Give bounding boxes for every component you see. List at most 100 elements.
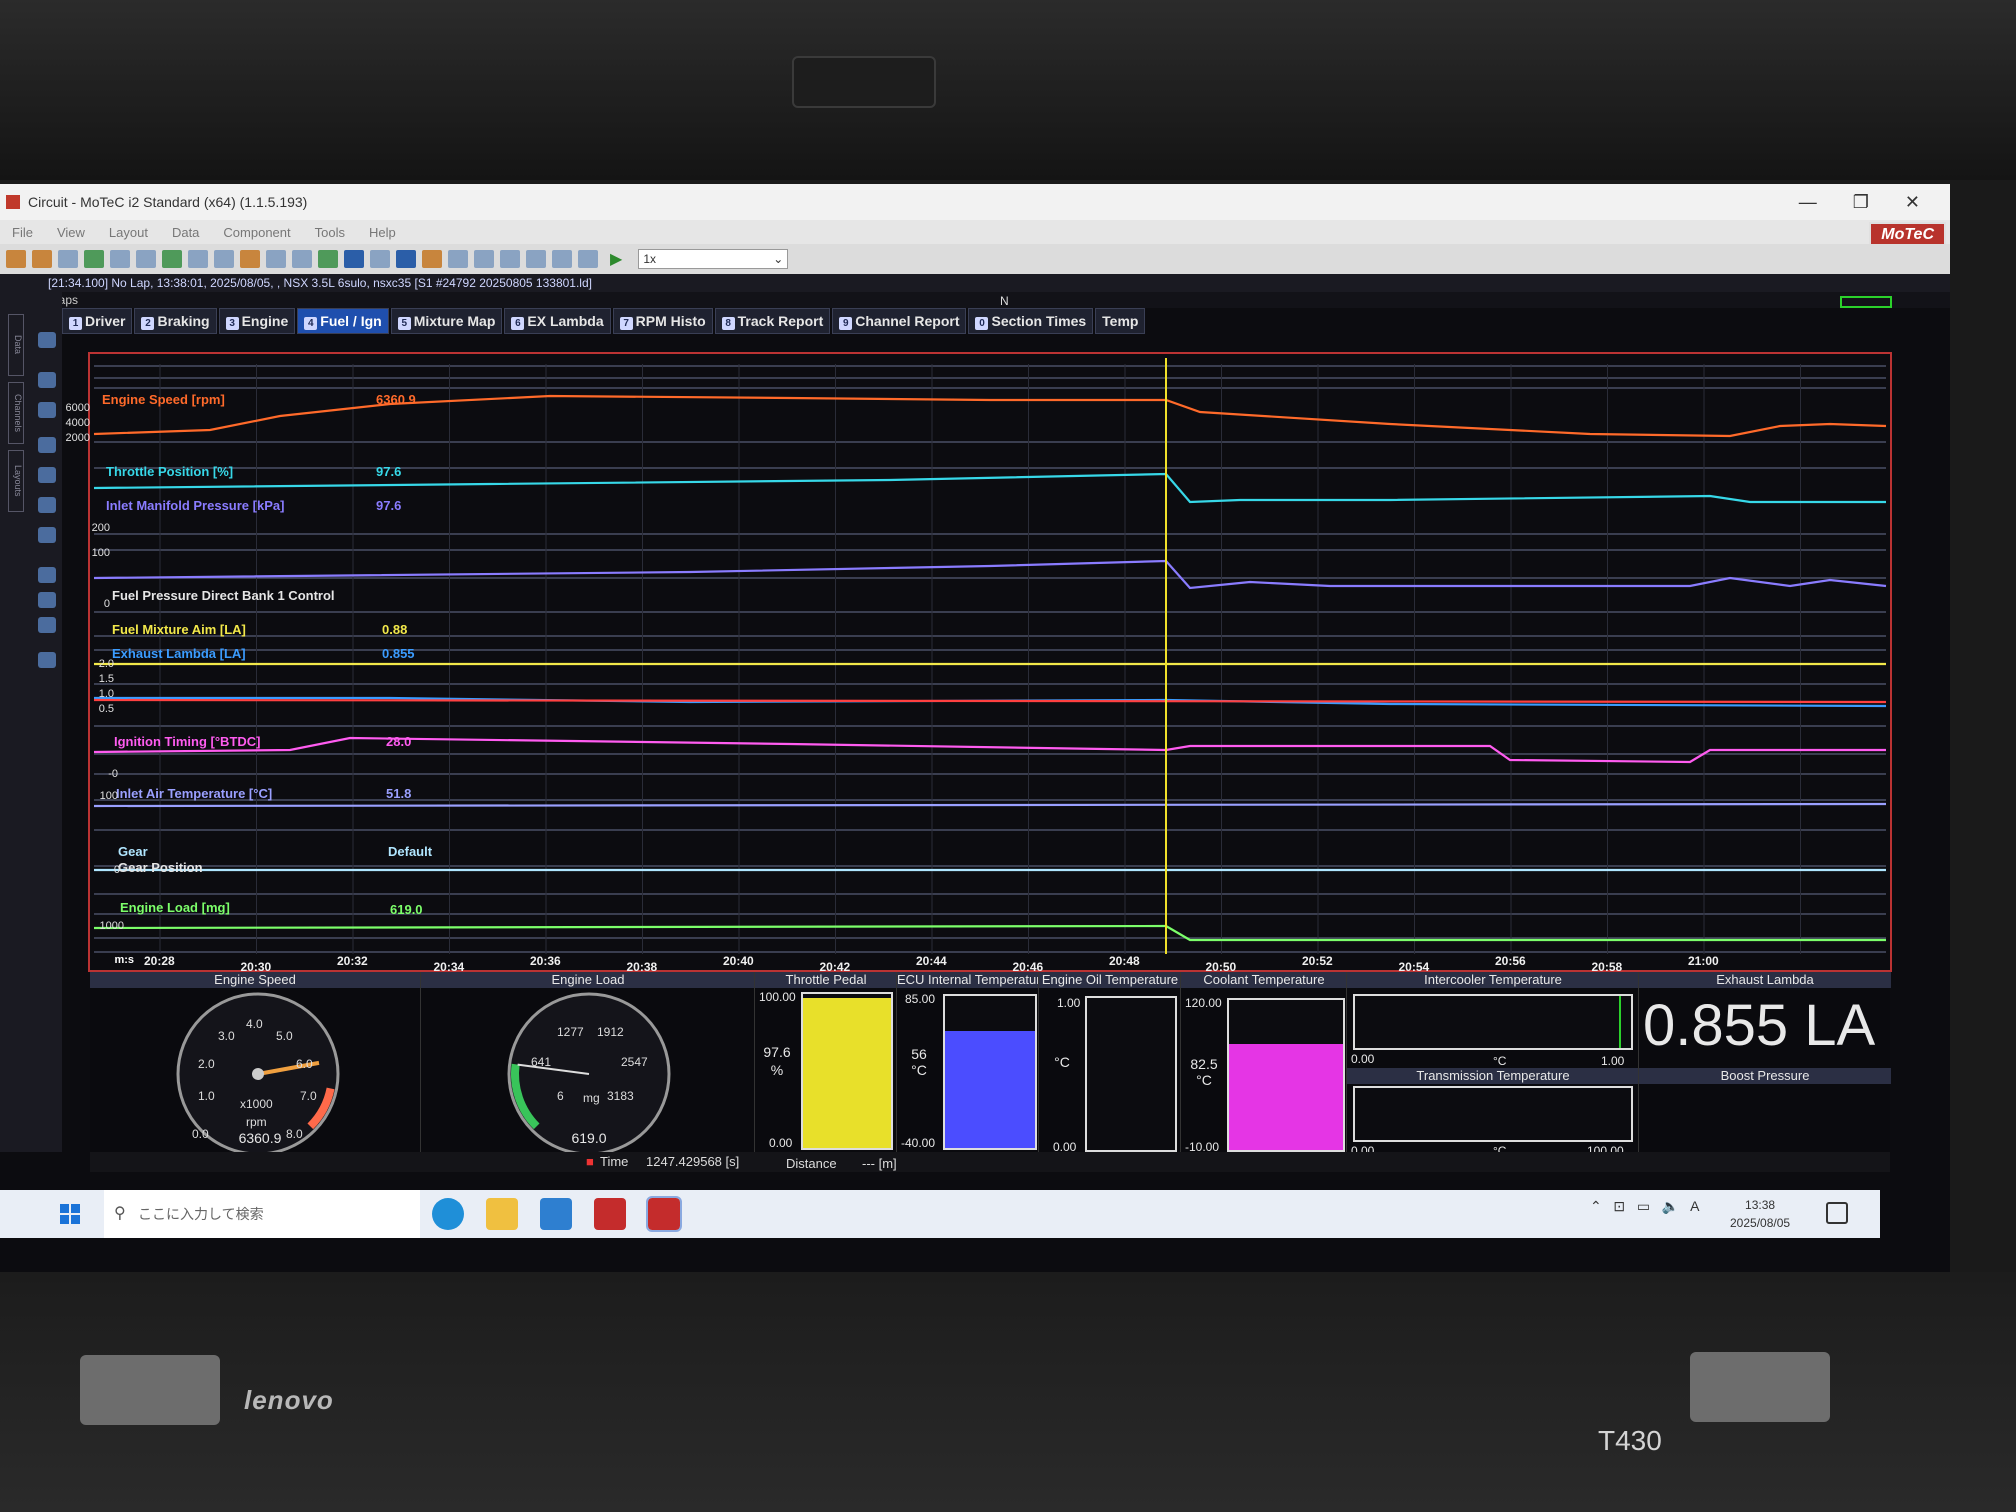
menu-view[interactable]: View — [57, 225, 85, 240]
distance-label: Distance — [786, 1156, 837, 1171]
notification-icon[interactable] — [1826, 1202, 1848, 1224]
workbook-tool-icon[interactable] — [38, 332, 56, 348]
report-icon[interactable] — [292, 250, 312, 268]
close-button[interactable]: ✕ — [1905, 192, 1920, 213]
volume-icon[interactable]: 🔈 — [1662, 1198, 1679, 1214]
maximize-button[interactable]: ❐ — [1853, 192, 1869, 213]
channel-value-exhaust-lambda: 0.855 — [382, 646, 415, 661]
tab-engine[interactable]: 3 Engine — [218, 308, 296, 334]
overlay-2-icon[interactable] — [38, 592, 56, 608]
table-icon[interactable] — [266, 250, 286, 268]
calendar-icon[interactable] — [448, 250, 468, 268]
mail-icon[interactable] — [540, 1198, 572, 1230]
tab-section-times[interactable]: 0 Section Times — [968, 308, 1094, 334]
print-icon[interactable] — [110, 250, 130, 268]
zoom-fit-icon[interactable] — [38, 527, 56, 543]
motec-i2-icon[interactable] — [646, 1196, 682, 1232]
chart-icon[interactable] — [318, 250, 338, 268]
engine-load-gauge[interactable]: Engine Load 6 641 1277 1912 2547 3183 mg… — [420, 972, 755, 1152]
y-tick: 200 — [91, 522, 110, 534]
sidebar-tab-layouts[interactable]: Layouts — [8, 450, 24, 512]
tab-track-report[interactable]: 8 Track Report — [714, 308, 831, 334]
minimize-button[interactable]: — — [1799, 192, 1817, 213]
menu-help[interactable]: Help — [369, 225, 396, 240]
sidebar-tab-channels[interactable]: Channels — [8, 382, 24, 444]
playback-speed-select[interactable]: 1x ⌄ — [638, 249, 789, 269]
tab-mixture-map[interactable]: 5 Mixture Map — [390, 308, 503, 334]
menu-layout[interactable]: Layout — [109, 225, 148, 240]
image-icon[interactable] — [162, 250, 182, 268]
sidebar-tab-data[interactable]: Data — [8, 314, 24, 376]
throttle-pedal-bar — [801, 992, 893, 1150]
ime-indicator[interactable]: A — [1690, 1198, 1699, 1214]
clock-icon[interactable] — [396, 250, 416, 268]
engine-speed-readout: 6360.9 — [238, 1130, 282, 1146]
tab-fuel-ign[interactable]: 4 Fuel / Ign — [297, 308, 389, 334]
engine-speed-tick-label: 1.0 — [198, 1089, 215, 1103]
menu-component[interactable]: Component — [223, 225, 290, 240]
zoom-out-icon[interactable] — [578, 250, 598, 268]
tab-rpm-histo[interactable]: 7 RPM Histo — [612, 308, 713, 334]
channel-value-inlet-air-temp: 51.8 — [386, 786, 412, 801]
layers-icon[interactable] — [422, 250, 442, 268]
time-series-graph[interactable]: Engine Speed [rpm] 6360.9 Throttle Posit… — [88, 352, 1892, 974]
exhaust-lambda-display[interactable]: Exhaust Lambda 0.855 LA Boost Pressure — [1638, 972, 1891, 1152]
edit-icon[interactable] — [214, 250, 234, 268]
tab-braking[interactable]: 2 Braking — [134, 308, 217, 334]
coolant-temp-gauge[interactable]: Coolant Temperature 120.00 -10.00 82.5 °… — [1180, 972, 1347, 1154]
title-bar: Circuit - MoTeC i2 Standard (x64) (1.1.5… — [0, 184, 1950, 220]
open-icon[interactable] — [32, 250, 52, 268]
throttle-pedal-value: 97.6 — [763, 1044, 791, 1060]
chevron-up-icon[interactable]: ⌃ — [1590, 1198, 1602, 1214]
tab-temp[interactable]: Temp — [1095, 308, 1146, 334]
overlay-3-icon[interactable] — [38, 617, 56, 633]
ecu-temp-fill — [945, 1030, 1035, 1148]
edge-icon[interactable] — [432, 1198, 464, 1230]
filter-icon[interactable] — [526, 250, 546, 268]
zoom-x-icon[interactable] — [38, 467, 56, 483]
lap-indicator[interactable] — [1840, 296, 1892, 308]
battery-icon[interactable]: ▭ — [1637, 1198, 1650, 1214]
save-icon[interactable] — [58, 250, 78, 268]
taskbar-search[interactable]: ⚲ ここに入力して検索 — [104, 1190, 420, 1238]
tab-channel-report[interactable]: 9 Channel Report — [832, 308, 967, 334]
arrow-left-icon[interactable] — [474, 250, 494, 268]
zoom-in-icon[interactable] — [552, 250, 572, 268]
intercooler-temp-gauge[interactable]: Intercooler Temperature 0.00 °C 1.00 Tra… — [1346, 972, 1639, 1158]
engine-speed-gauge[interactable]: Engine Speed 0.0 1.0 2.0 3.0 4.0 5.0 6.0… — [90, 972, 420, 1152]
tab-driver[interactable]: 1 Driver — [62, 308, 133, 334]
print-preview-icon[interactable] — [136, 250, 156, 268]
x-axis-unit: m:s — [114, 954, 134, 966]
menu-data[interactable]: Data — [172, 225, 199, 240]
zoom-y-icon[interactable] — [38, 497, 56, 513]
download-icon[interactable] — [84, 250, 104, 268]
refresh-icon[interactable] — [38, 372, 56, 388]
menu-tools[interactable]: Tools — [315, 225, 345, 240]
menu-file[interactable]: File — [12, 225, 33, 240]
properties-icon[interactable] — [38, 652, 56, 668]
network-icon[interactable]: ⊡ — [1613, 1198, 1625, 1214]
overlay-icon[interactable] — [38, 567, 56, 583]
cursor-icon[interactable] — [188, 250, 208, 268]
clock-time: 13:38 — [1745, 1198, 1776, 1212]
arrow-right-icon[interactable] — [500, 250, 520, 268]
throttle-pedal-gauge[interactable]: Throttle Pedal 100.00 0.00 97.6 % — [754, 972, 897, 1152]
play-icon[interactable]: ▶ — [610, 249, 622, 269]
new-icon[interactable] — [6, 250, 26, 268]
oil-temp-gauge[interactable]: Engine Oil Temperature 1.00 0.00 °C — [1038, 972, 1181, 1154]
engine-load-tick-label: 3183 — [607, 1089, 634, 1103]
taskbar-clock[interactable]: 13:38 2025/08/05 — [1730, 1196, 1790, 1232]
ecu-temp-gauge[interactable]: ECU Internal Temperature 85.00 -40.00 56… — [896, 972, 1039, 1152]
windows-start-icon[interactable] — [60, 1204, 80, 1224]
graph-canvas[interactable] — [90, 354, 1890, 970]
workbook-icon[interactable] — [240, 250, 260, 268]
file-explorer-icon[interactable] — [486, 1198, 518, 1230]
laps-bar: Laps N — [0, 292, 1950, 308]
ecu-temp-unit: °C — [911, 1062, 927, 1078]
grid-icon[interactable] — [370, 250, 390, 268]
motec-m1-icon[interactable] — [594, 1198, 626, 1230]
x-tick-label: 20:36 — [530, 954, 561, 968]
channel-label-fuel-pressure: Fuel Pressure Direct Bank 1 Control — [112, 588, 335, 603]
time-distance-icon[interactable] — [344, 250, 364, 268]
tab-ex-lambda[interactable]: 6 EX Lambda — [504, 308, 611, 334]
